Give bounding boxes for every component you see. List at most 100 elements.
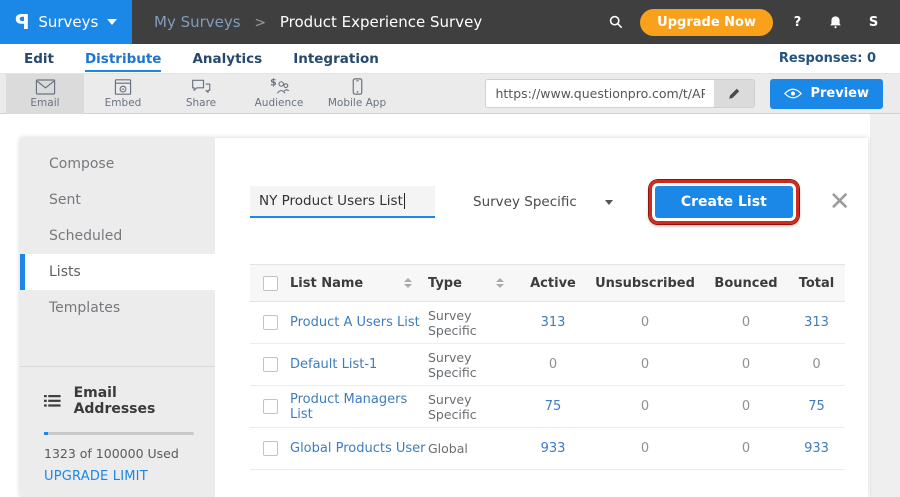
sidebar-item-compose[interactable]: Compose [20,146,215,182]
breadcrumb-separator: > [254,15,266,31]
list-name-link[interactable]: Default List-1 [290,357,377,372]
pencil-icon [728,87,741,100]
sidebar-item-sent[interactable]: Sent [20,182,215,218]
breadcrumb-my-surveys[interactable]: My Surveys [154,13,241,31]
close-icon[interactable]: ✕ [829,189,851,215]
tool-mobile-app-label: Mobile App [328,97,386,109]
tab-analytics[interactable]: Analytics [192,46,262,72]
sort-list-name-icon[interactable] [404,278,412,288]
avatar-letter: S [869,15,878,30]
product-menu-label: Surveys [38,13,98,31]
sidebar-item-lists[interactable]: Lists [20,254,215,290]
sidebar-item-templates[interactable]: Templates [20,290,215,326]
page-gutter [870,114,900,497]
unsubscribed-count[interactable]: 0 [586,399,704,414]
page-content: Compose Sent Scheduled Lists Templates E… [0,114,900,497]
email-sidebar: Compose Sent Scheduled Lists Templates E… [20,138,215,497]
tool-mobile-app[interactable]: Mobile App [318,74,396,114]
sort-type-icon[interactable] [496,278,504,288]
preview-button-label: Preview [810,86,869,101]
list-name-link[interactable]: Product A Users List [290,315,420,330]
tab-edit[interactable]: Edit [24,46,54,72]
bell-icon [829,15,842,29]
total-count[interactable]: 313 [788,315,845,330]
table-row: Product A Users List Survey Specific 313… [250,302,845,344]
questionpro-logo-icon: P [15,10,30,34]
breadcrumb: My Surveys > Product Experience Survey [154,13,482,31]
breadcrumb-survey-name: Product Experience Survey [280,13,482,31]
row-checkbox[interactable] [263,399,278,414]
tool-embed[interactable]: Embed [84,74,162,114]
embed-icon [114,79,132,95]
row-checkbox[interactable] [263,441,278,456]
active-count[interactable]: 0 [520,357,586,372]
email-usage-progress-fill [44,432,48,435]
tool-audience[interactable]: $ Audience [240,74,318,114]
tool-audience-label: Audience [255,97,304,109]
preview-button[interactable]: Preview [770,79,883,109]
help-button[interactable]: ? [784,9,811,36]
bounced-count[interactable]: 0 [704,357,788,372]
search-button[interactable] [602,9,629,36]
email-lists-table: List Name Type Active Unsubscribed Bounc… [250,264,845,470]
email-addresses-title: Email Addresses [74,385,193,417]
notifications-button[interactable] [822,9,849,36]
unsubscribed-count[interactable]: 0 [586,315,704,330]
total-count[interactable]: 933 [788,441,845,456]
mobile-app-icon [352,78,363,95]
table-row: Product Managers List Survey Specific 75… [250,386,845,428]
upgrade-limit-link[interactable]: UPGRADE LIMIT [44,469,193,484]
create-list-row: NY Product Users List Survey Specific Cr… [250,180,868,224]
email-addresses-section: Email Addresses 1323 of 100000 Used UPGR… [20,366,215,484]
create-list-button[interactable]: Create List [655,186,793,218]
tool-share-label: Share [186,97,216,109]
surveys-product-menu[interactable]: P Surveys [0,0,132,44]
unsubscribed-count[interactable]: 0 [586,441,704,456]
edit-url-button[interactable] [714,80,754,107]
list-lines-icon [44,394,61,408]
email-lists-panel: Compose Sent Scheduled Lists Templates E… [20,138,868,497]
header-type: Type [428,276,462,291]
bounced-count[interactable]: 0 [704,399,788,414]
survey-url-input[interactable] [486,80,714,107]
total-count[interactable]: 75 [788,399,845,414]
account-avatar[interactable]: S [860,9,887,36]
row-checkbox[interactable] [263,357,278,372]
tool-email-label: Email [30,97,59,109]
distribute-toolbar: Email Embed Share $ Audience Mobile App … [0,74,900,114]
unsubscribed-count[interactable]: 0 [586,357,704,372]
sidebar-item-scheduled[interactable]: Scheduled [20,218,215,254]
header-total: Total [788,276,845,291]
upgrade-now-button[interactable]: Upgrade Now [640,9,773,36]
list-name-input[interactable]: NY Product Users List [250,186,435,218]
email-usage-text: 1323 of 100000 Used [44,446,193,461]
header-bounced: Bounced [704,276,788,291]
list-type-select[interactable]: Survey Specific [473,194,613,210]
chevron-down-icon [605,200,613,205]
tab-integration[interactable]: Integration [293,46,379,72]
topbar-actions: Upgrade Now ? S [602,9,887,36]
tool-share[interactable]: Share [162,74,240,114]
active-count[interactable]: 933 [520,441,586,456]
list-type: Survey Specific [428,392,520,422]
tool-email[interactable]: Email [6,74,84,114]
question-mark-icon: ? [794,15,802,30]
table-row: Global Products User Global 933 0 0 933 [250,428,845,470]
tab-distribute[interactable]: Distribute [85,46,162,72]
list-type-value: Survey Specific [473,194,577,210]
total-count[interactable]: 0 [788,357,845,372]
row-checkbox[interactable] [263,315,278,330]
list-name-link[interactable]: Product Managers List [290,392,428,422]
active-count[interactable]: 313 [520,315,586,330]
responses-count[interactable]: Responses: 0 [779,51,876,66]
survey-tab-bar: Edit Distribute Analytics Integration Re… [0,44,900,74]
bounced-count[interactable]: 0 [704,441,788,456]
header-list-name: List Name [290,276,363,291]
list-type: Survey Specific [428,350,520,380]
bounced-count[interactable]: 0 [704,315,788,330]
list-type: Global [428,441,468,456]
select-all-checkbox[interactable] [263,276,278,291]
list-name-link[interactable]: Global Products User [290,441,426,456]
active-count[interactable]: 75 [520,399,586,414]
email-usage-progress-bar [44,432,194,435]
